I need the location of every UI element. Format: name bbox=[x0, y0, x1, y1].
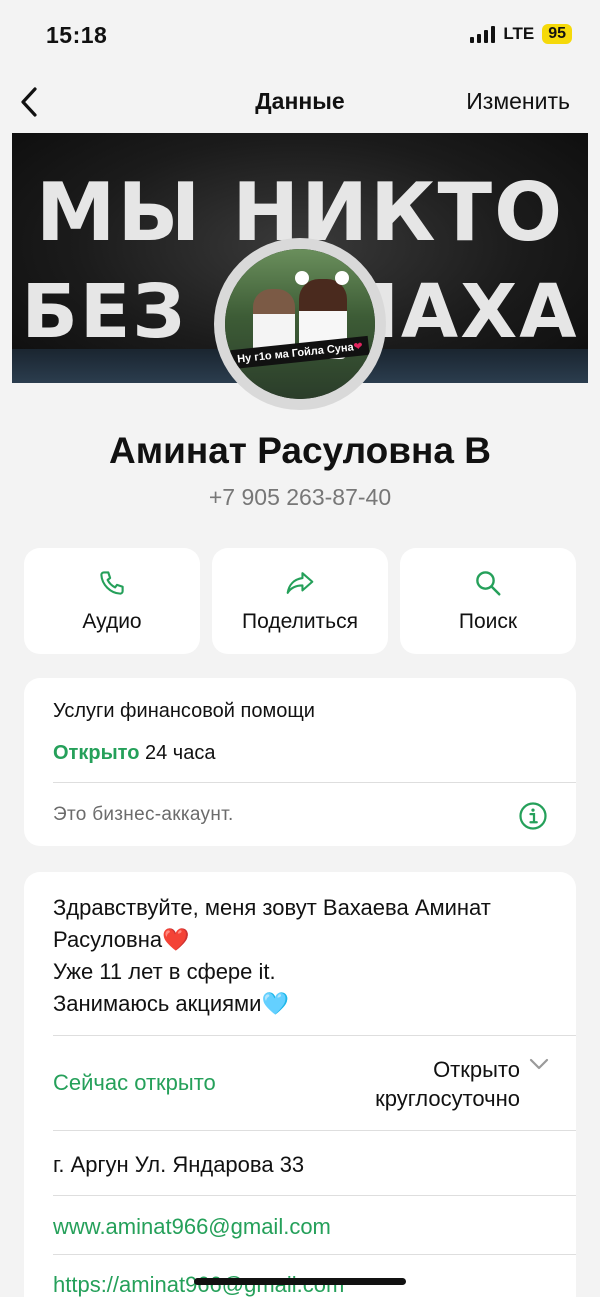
status-time: 15:18 bbox=[46, 22, 108, 48]
phone-icon bbox=[100, 571, 124, 595]
divider bbox=[53, 782, 576, 783]
about-line: Расуловна❤️ bbox=[53, 927, 190, 952]
open-now-status[interactable]: Сейчас открыто bbox=[53, 1070, 216, 1096]
business-category: Услуги финансовой помощи bbox=[53, 700, 315, 722]
search-icon bbox=[476, 571, 501, 596]
avatar-photo: Ну г1о ма Гойла Суна❤ bbox=[225, 249, 375, 399]
open-status: Открыто bbox=[53, 742, 140, 764]
info-icon[interactable] bbox=[518, 801, 548, 831]
share-icon bbox=[286, 572, 314, 594]
details-card: Здравствуйте, меня зовут Вахаева Аминат … bbox=[24, 872, 576, 1297]
divider bbox=[53, 1254, 576, 1255]
status-bar: 15:18 LTE 95 bbox=[0, 0, 600, 70]
profile-phone[interactable]: +7 905 263-87-40 bbox=[0, 484, 600, 511]
nav-bar: Данные Изменить bbox=[0, 72, 600, 132]
status-indicators: LTE 95 bbox=[470, 24, 572, 44]
schedule-line-1: Открыто bbox=[433, 1057, 520, 1082]
about-line: Занимаюсь акциями🩵 bbox=[53, 991, 289, 1016]
divider bbox=[53, 1195, 576, 1196]
search-button[interactable]: Поиск bbox=[400, 548, 576, 654]
hours-value: 24 часа bbox=[144, 742, 216, 764]
share-label: Поделиться bbox=[242, 610, 358, 633]
schedule-line-2: круглосуточно bbox=[375, 1086, 520, 1111]
about-line: Уже 11 лет в сфере it. bbox=[53, 959, 276, 984]
business-account-note: Это бизнес-аккаунт. bbox=[53, 804, 234, 825]
schedule-hours[interactable]: Открыто круглосуточно bbox=[375, 1055, 520, 1113]
profile-name: Аминат Расуловна В bbox=[109, 430, 491, 471]
network-type: LTE bbox=[503, 24, 535, 43]
battery-icon: 95 bbox=[542, 24, 572, 44]
edit-button[interactable]: Изменить bbox=[466, 88, 570, 115]
chevron-down-icon[interactable] bbox=[528, 1056, 550, 1072]
avatar[interactable]: Ну г1о ма Гойла Суна❤ bbox=[214, 238, 386, 410]
action-buttons: Аудио Поделиться Поиск bbox=[24, 548, 576, 654]
signal-icon bbox=[470, 25, 496, 43]
email-link[interactable]: www.aminat966@gmail.com bbox=[53, 1214, 331, 1240]
share-button[interactable]: Поделиться bbox=[212, 548, 388, 654]
address[interactable]: г. Аргун Ул. Яндарова 33 bbox=[53, 1152, 304, 1178]
search-label: Поиск bbox=[458, 610, 518, 633]
about-line: Здравствуйте, меня зовут Вахаева Аминат bbox=[53, 895, 491, 920]
divider bbox=[53, 1130, 576, 1131]
business-hours: Открыто 24 часа bbox=[53, 742, 215, 765]
about-text: Здравствуйте, меня зовут Вахаева Аминат … bbox=[53, 892, 563, 1020]
business-card: Услуги финансовой помощи Открыто 24 часа… bbox=[24, 678, 576, 846]
audio-label: Аудио bbox=[82, 610, 142, 633]
divider bbox=[53, 1035, 576, 1036]
audio-button[interactable]: Аудио bbox=[24, 548, 200, 654]
home-indicator[interactable] bbox=[194, 1278, 406, 1285]
